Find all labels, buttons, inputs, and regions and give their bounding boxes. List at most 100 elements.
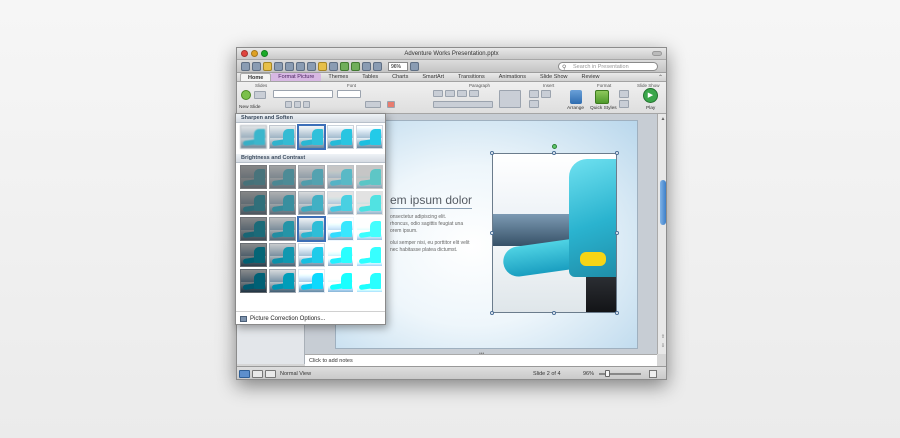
- italic-button[interactable]: [294, 101, 301, 108]
- new-slide-label[interactable]: New Slide: [239, 105, 261, 110]
- correction-thumbnail[interactable]: [269, 165, 296, 189]
- correction-thumbnail[interactable]: [298, 165, 325, 189]
- insert-shape-button[interactable]: [541, 90, 551, 98]
- paste-icon[interactable]: [318, 61, 327, 71]
- insert-picture-button[interactable]: [529, 100, 539, 108]
- resize-handle[interactable]: [615, 311, 619, 315]
- correction-thumbnail[interactable]: [327, 165, 354, 189]
- play-label[interactable]: Play: [646, 106, 655, 111]
- shape-line-button[interactable]: [619, 100, 629, 108]
- new-slide-icon[interactable]: [241, 90, 251, 100]
- tab-themes[interactable]: Themes: [321, 73, 355, 81]
- tab-format-picture[interactable]: Format Picture: [271, 73, 322, 81]
- correction-thumbnail[interactable]: [269, 217, 296, 241]
- correction-thumbnail[interactable]: [298, 269, 325, 293]
- correction-thumbnail[interactable]: [240, 243, 267, 267]
- tab-charts[interactable]: Charts: [385, 73, 415, 81]
- play-icon[interactable]: ▶: [643, 88, 658, 103]
- correction-thumbnail[interactable]: [327, 217, 354, 241]
- text-direction-button[interactable]: [499, 90, 521, 108]
- correction-thumbnail[interactable]: [269, 269, 296, 293]
- text-effects-button[interactable]: [365, 101, 381, 108]
- arrange-icon[interactable]: [570, 90, 582, 104]
- correction-thumbnail[interactable]: [269, 191, 296, 215]
- underline-button[interactable]: [303, 101, 310, 108]
- font-color-button[interactable]: [387, 101, 395, 108]
- correction-thumbnail[interactable]: [356, 191, 383, 215]
- quick-styles-label[interactable]: Quick Styles: [590, 106, 617, 111]
- prev-slide-icon[interactable]: ⇧: [660, 334, 666, 340]
- correction-thumbnail[interactable]: [240, 165, 267, 189]
- copy-icon[interactable]: [307, 61, 316, 71]
- ribbon-collapse-icon[interactable]: ⌃: [658, 74, 663, 81]
- help-icon[interactable]: [410, 61, 419, 71]
- insert-table-icon[interactable]: [362, 61, 371, 71]
- slide-show-view-button[interactable]: [265, 370, 276, 378]
- close-button[interactable]: [241, 50, 248, 57]
- correction-thumbnail[interactable]: [327, 125, 354, 149]
- tab-home[interactable]: Home: [240, 73, 272, 81]
- correction-thumbnail[interactable]: [356, 125, 383, 149]
- rotation-handle[interactable]: [552, 144, 557, 149]
- font-size-field[interactable]: [337, 90, 361, 98]
- templates-icon[interactable]: [252, 61, 261, 71]
- resize-handle[interactable]: [552, 311, 556, 315]
- arrange-label[interactable]: Arrange: [567, 106, 584, 111]
- bullets-button[interactable]: [433, 90, 443, 97]
- normal-view-button[interactable]: [239, 370, 250, 378]
- correction-thumbnail[interactable]: [356, 243, 383, 267]
- correction-thumbnail[interactable]: [298, 125, 325, 149]
- correction-thumbnail[interactable]: [269, 125, 296, 149]
- resize-handle[interactable]: [615, 151, 619, 155]
- correction-thumbnail[interactable]: [356, 217, 383, 241]
- correction-thumbnail[interactable]: [240, 269, 267, 293]
- vertical-scrollbar[interactable]: ▲ ⇧ ⇩: [657, 114, 666, 354]
- slide-body-text[interactable]: onsectetur adipiscing elit. rhoncus, odi…: [390, 214, 485, 259]
- zoom-field[interactable]: 96%: [388, 61, 408, 71]
- next-slide-icon[interactable]: ⇩: [660, 343, 666, 349]
- correction-thumbnail[interactable]: [269, 243, 296, 267]
- resize-handle[interactable]: [490, 311, 494, 315]
- alignment-buttons[interactable]: [433, 101, 493, 108]
- search-input[interactable]: ⚲ Search in Presentation: [558, 62, 658, 71]
- decrease-indent-button[interactable]: [457, 90, 467, 97]
- tab-smartart[interactable]: SmartArt: [415, 73, 451, 81]
- correction-thumbnail[interactable]: [240, 125, 267, 149]
- format-painter-icon[interactable]: [329, 61, 338, 71]
- new-icon[interactable]: [241, 61, 250, 71]
- quick-styles-icon[interactable]: [595, 90, 609, 104]
- scroll-up-icon[interactable]: ▲: [660, 116, 666, 122]
- resize-handle[interactable]: [490, 151, 494, 155]
- redo-icon[interactable]: [351, 61, 360, 71]
- correction-thumbnail[interactable]: [356, 165, 383, 189]
- correction-thumbnail[interactable]: [327, 243, 354, 267]
- correction-thumbnail[interactable]: [327, 191, 354, 215]
- picture-correction-options[interactable]: Picture Correction Options...: [236, 311, 385, 325]
- correction-thumbnail[interactable]: [298, 191, 325, 215]
- tab-animations[interactable]: Animations: [492, 73, 533, 81]
- print-icon[interactable]: [285, 61, 294, 71]
- slide-title[interactable]: em ipsum dolor: [390, 193, 473, 209]
- zoom-button[interactable]: [261, 50, 268, 57]
- insert-text-button[interactable]: [529, 90, 539, 98]
- correction-thumbnail[interactable]: [298, 217, 325, 241]
- font-name-field[interactable]: [273, 90, 333, 98]
- tab-slide-show[interactable]: Slide Show: [533, 73, 575, 81]
- correction-thumbnail[interactable]: [327, 269, 354, 293]
- scroll-thumb[interactable]: [660, 180, 666, 225]
- shape-fill-button[interactable]: [619, 90, 629, 98]
- layout-button[interactable]: [254, 91, 266, 99]
- bold-button[interactable]: [285, 101, 292, 108]
- toolbar-toggle-button[interactable]: [652, 51, 662, 56]
- increase-indent-button[interactable]: [469, 90, 479, 97]
- undo-icon[interactable]: [340, 61, 349, 71]
- cut-icon[interactable]: [296, 61, 305, 71]
- tab-transitions[interactable]: Transitions: [451, 73, 492, 81]
- media-browser-icon[interactable]: [373, 61, 382, 71]
- notes-pane[interactable]: Click to add notes: [305, 354, 657, 366]
- correction-thumbnail[interactable]: [240, 217, 267, 241]
- minimize-button[interactable]: [251, 50, 258, 57]
- selected-picture[interactable]: [492, 153, 617, 313]
- numbering-button[interactable]: [445, 90, 455, 97]
- correction-thumbnail[interactable]: [298, 243, 325, 267]
